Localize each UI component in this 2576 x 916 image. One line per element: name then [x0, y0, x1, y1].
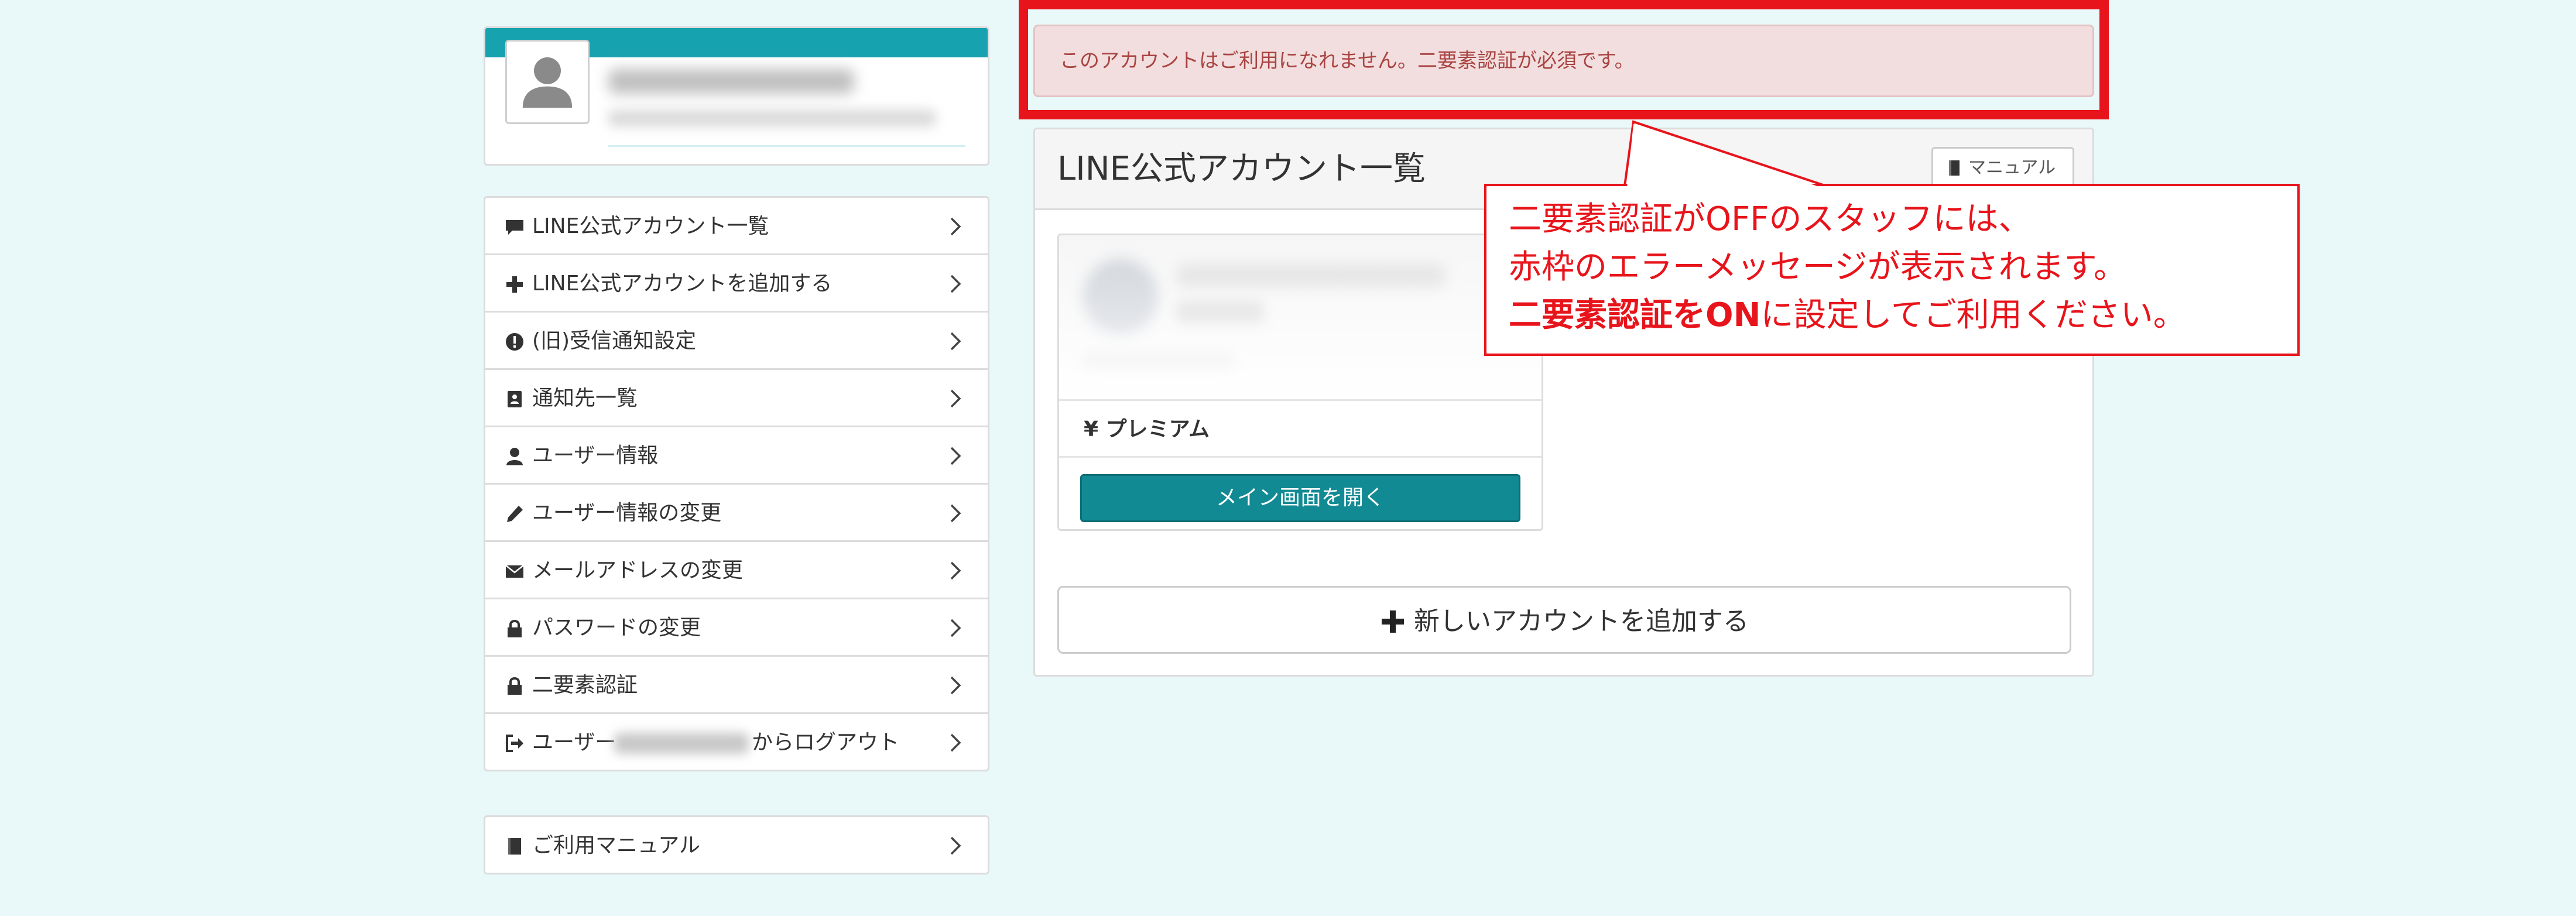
plan-label: ¥ プレミアム: [1084, 417, 1210, 441]
plus-icon: [504, 274, 525, 295]
chevron-right-icon: [947, 617, 964, 639]
chevron-right-icon: [947, 732, 964, 754]
open-main-screen-label: メイン画面を開く: [1215, 486, 1385, 510]
lock-icon: [504, 675, 525, 697]
callout-line-2: 赤枠のエラーメッセージが表示されます。: [1509, 248, 2127, 286]
sidebar-item-label: メールアドレスの変更: [532, 558, 744, 582]
pencil-icon: [504, 503, 525, 524]
profile-card: [484, 26, 989, 166]
contact-book-icon: [504, 389, 525, 410]
chevron-right-icon: [947, 502, 964, 524]
chevron-right-icon: [947, 387, 964, 410]
logout-label-suffix: からログアウト: [752, 730, 900, 754]
sidebar-item-label: 二要素認証: [532, 673, 638, 697]
sidebar-item-edit-user-info[interactable]: ユーザー情報の変更: [484, 483, 989, 542]
callout-line-3: 二要素認証をONに設定してご利用ください。: [1509, 293, 2186, 338]
open-main-screen-button[interactable]: メイン画面を開く: [1080, 474, 1520, 522]
account-card: ¥ プレミアム メイン画面を開く: [1057, 234, 1543, 531]
sidebar-item-label: ユーザー情報: [532, 444, 659, 468]
chevron-right-icon: [947, 330, 964, 352]
callout-box: 二要素認証がOFFのスタッフには、 赤枠のエラーメッセージが表示されます。 二要…: [1484, 184, 2300, 356]
book-icon: [504, 836, 525, 857]
lock-icon: [504, 618, 525, 639]
page-title: LINE公式アカウント一覧: [1057, 150, 1426, 188]
account-info-redacted: [1059, 235, 1542, 399]
logout-label-prefix: ユーザー: [532, 730, 616, 754]
chevron-right-icon: [947, 215, 964, 238]
sidebar-item-label: パスワードの変更: [532, 616, 701, 640]
chevron-right-icon: [947, 445, 964, 467]
sidebar-item-account-list[interactable]: LINE公式アカウント一覧: [484, 196, 989, 255]
logout-icon: [504, 733, 525, 754]
sidebar-item-add-account[interactable]: LINE公式アカウントを追加する: [484, 253, 989, 313]
chevron-right-icon: [947, 273, 964, 295]
sidebar-item-legacy-notification-settings[interactable]: (旧)受信通知設定: [484, 311, 989, 370]
chevron-right-icon: [947, 560, 964, 582]
sidebar-item-change-email[interactable]: メールアドレスの変更: [484, 540, 989, 599]
sidebar-item-two-factor-auth[interactable]: 二要素認証: [484, 655, 989, 714]
callout-line-3-rest: に設定してご利用ください。: [1760, 296, 2186, 334]
envelope-icon: [504, 561, 525, 582]
avatar: [505, 40, 590, 124]
sidebar-item-label: LINE公式アカウント一覧: [532, 214, 769, 238]
sidebar-item-user-info[interactable]: ユーザー情報: [484, 426, 989, 485]
user-detail-redacted: [608, 110, 936, 126]
plus-icon: [1380, 609, 1406, 634]
manual-button-label: マニュアル: [1968, 157, 2056, 178]
highlight-frame: [1019, 0, 2109, 119]
redaction-overlay: [1059, 235, 1542, 399]
comment-icon: [504, 217, 525, 238]
sidebar-menu: LINE公式アカウント一覧 LINE公式アカウントを追加する (旧)受信通知設定…: [484, 196, 989, 771]
add-account-button[interactable]: 新しいアカウントを追加する: [1057, 586, 2071, 654]
user-icon: [504, 446, 525, 467]
user-name-redacted: [608, 69, 854, 94]
book-icon: [1946, 159, 1962, 177]
user-silhouette-icon: [522, 57, 573, 108]
chevron-right-icon: [947, 674, 964, 697]
callout-line-1: 二要素認証がOFFのスタッフには、: [1509, 200, 2032, 238]
add-account-label: 新しいアカウントを追加する: [1414, 606, 1749, 636]
sidebar-item-label: ユーザー情報の変更: [532, 501, 722, 525]
sidebar-item-label: 通知先一覧: [532, 386, 638, 410]
sidebar-item-label: ご利用マニュアル: [532, 833, 700, 857]
username-redacted: [614, 733, 749, 754]
profile-divider: [608, 145, 965, 147]
exclamation-circle-icon: [504, 331, 525, 352]
plan-row: ¥ プレミアム: [1059, 399, 1542, 458]
callout-line-3-emphasis: 二要素認証をON: [1509, 296, 1761, 334]
sidebar-item-label: LINE公式アカウントを追加する: [532, 272, 833, 296]
sidebar-item-change-password[interactable]: パスワードの変更: [484, 598, 989, 657]
chevron-right-icon: [947, 835, 964, 857]
sidebar-item-logout[interactable]: ユーザー からログアウト: [484, 712, 989, 771]
sidebar-item-notification-destinations[interactable]: 通知先一覧: [484, 368, 989, 427]
sidebar-item-label: (旧)受信通知設定: [532, 329, 697, 353]
sidebar-item-user-manual[interactable]: ご利用マニュアル: [484, 815, 989, 874]
